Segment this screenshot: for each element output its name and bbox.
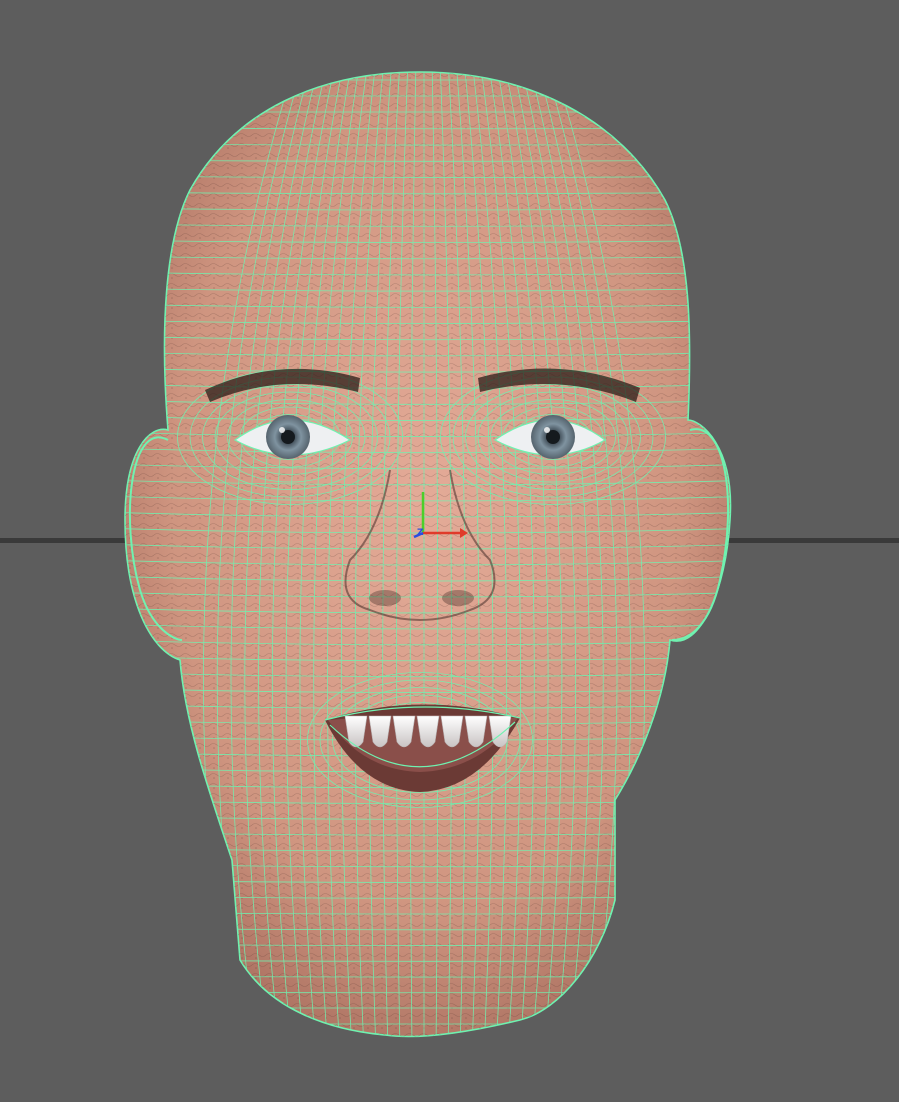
head-mesh-icon[interactable]	[0, 0, 899, 1102]
viewport-scene[interactable]: Z	[0, 0, 899, 1102]
z-axis-label: Z	[417, 528, 424, 538]
3d-viewport[interactable]: Z	[0, 0, 899, 1102]
